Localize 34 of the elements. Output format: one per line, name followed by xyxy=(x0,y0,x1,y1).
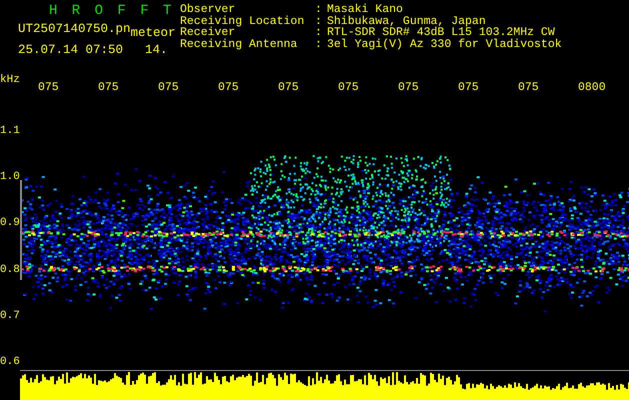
field-value: 3el Yagi(V) Az 330 for Vladivostok xyxy=(327,38,562,50)
time-tick-label: 075 xyxy=(38,81,60,95)
time-tick-label: 075 xyxy=(518,81,540,95)
frequency-tick-label: 0.9 xyxy=(0,216,20,232)
frequency-tick-label: 0.6 xyxy=(0,354,20,370)
field-value: Masaki Kano xyxy=(327,4,403,16)
time-tick-label: 075 xyxy=(98,81,120,95)
count-value: 14. xyxy=(145,42,168,58)
timestamp: 25.07.14 07:50 xyxy=(18,42,124,58)
field-label: Receiving Antenna xyxy=(180,38,298,50)
axis-unit: kHz xyxy=(0,73,21,86)
file-name: UT2507140750.pn xyxy=(18,21,131,37)
field-separator: : xyxy=(315,27,323,39)
field-label: Observer xyxy=(180,4,236,16)
app-title: H R O F F T xyxy=(48,3,176,19)
frequency-tick-label: 1.0 xyxy=(0,170,20,186)
time-tick-label: 075 xyxy=(458,81,480,95)
field-separator: : xyxy=(315,38,323,50)
field-separator: : xyxy=(315,4,323,16)
field-label: Receiver xyxy=(180,27,236,39)
field-value: Shibukawa, Gunma, Japan xyxy=(327,16,486,28)
time-tick-label: 075 xyxy=(398,81,420,95)
frequency-tick-label: 1.1 xyxy=(0,124,20,139)
time-tick-label: 075 xyxy=(278,81,300,95)
time-tick-label: 075 xyxy=(218,81,240,95)
frequency-tick-label: 0.8 xyxy=(0,262,20,278)
field-separator: : xyxy=(315,16,323,28)
time-tick-label: 0800 xyxy=(578,81,606,95)
frequency-tick-label: 0.7 xyxy=(0,308,20,324)
mode-label: meteor xyxy=(130,25,176,41)
time-tick-label: 075 xyxy=(338,81,360,95)
field-label: Receiving Location xyxy=(180,16,306,28)
time-tick-label: 075 xyxy=(158,81,180,95)
field-value: RTL-SDR SDR# 43dB L15 103.2MHz CW xyxy=(327,27,555,39)
